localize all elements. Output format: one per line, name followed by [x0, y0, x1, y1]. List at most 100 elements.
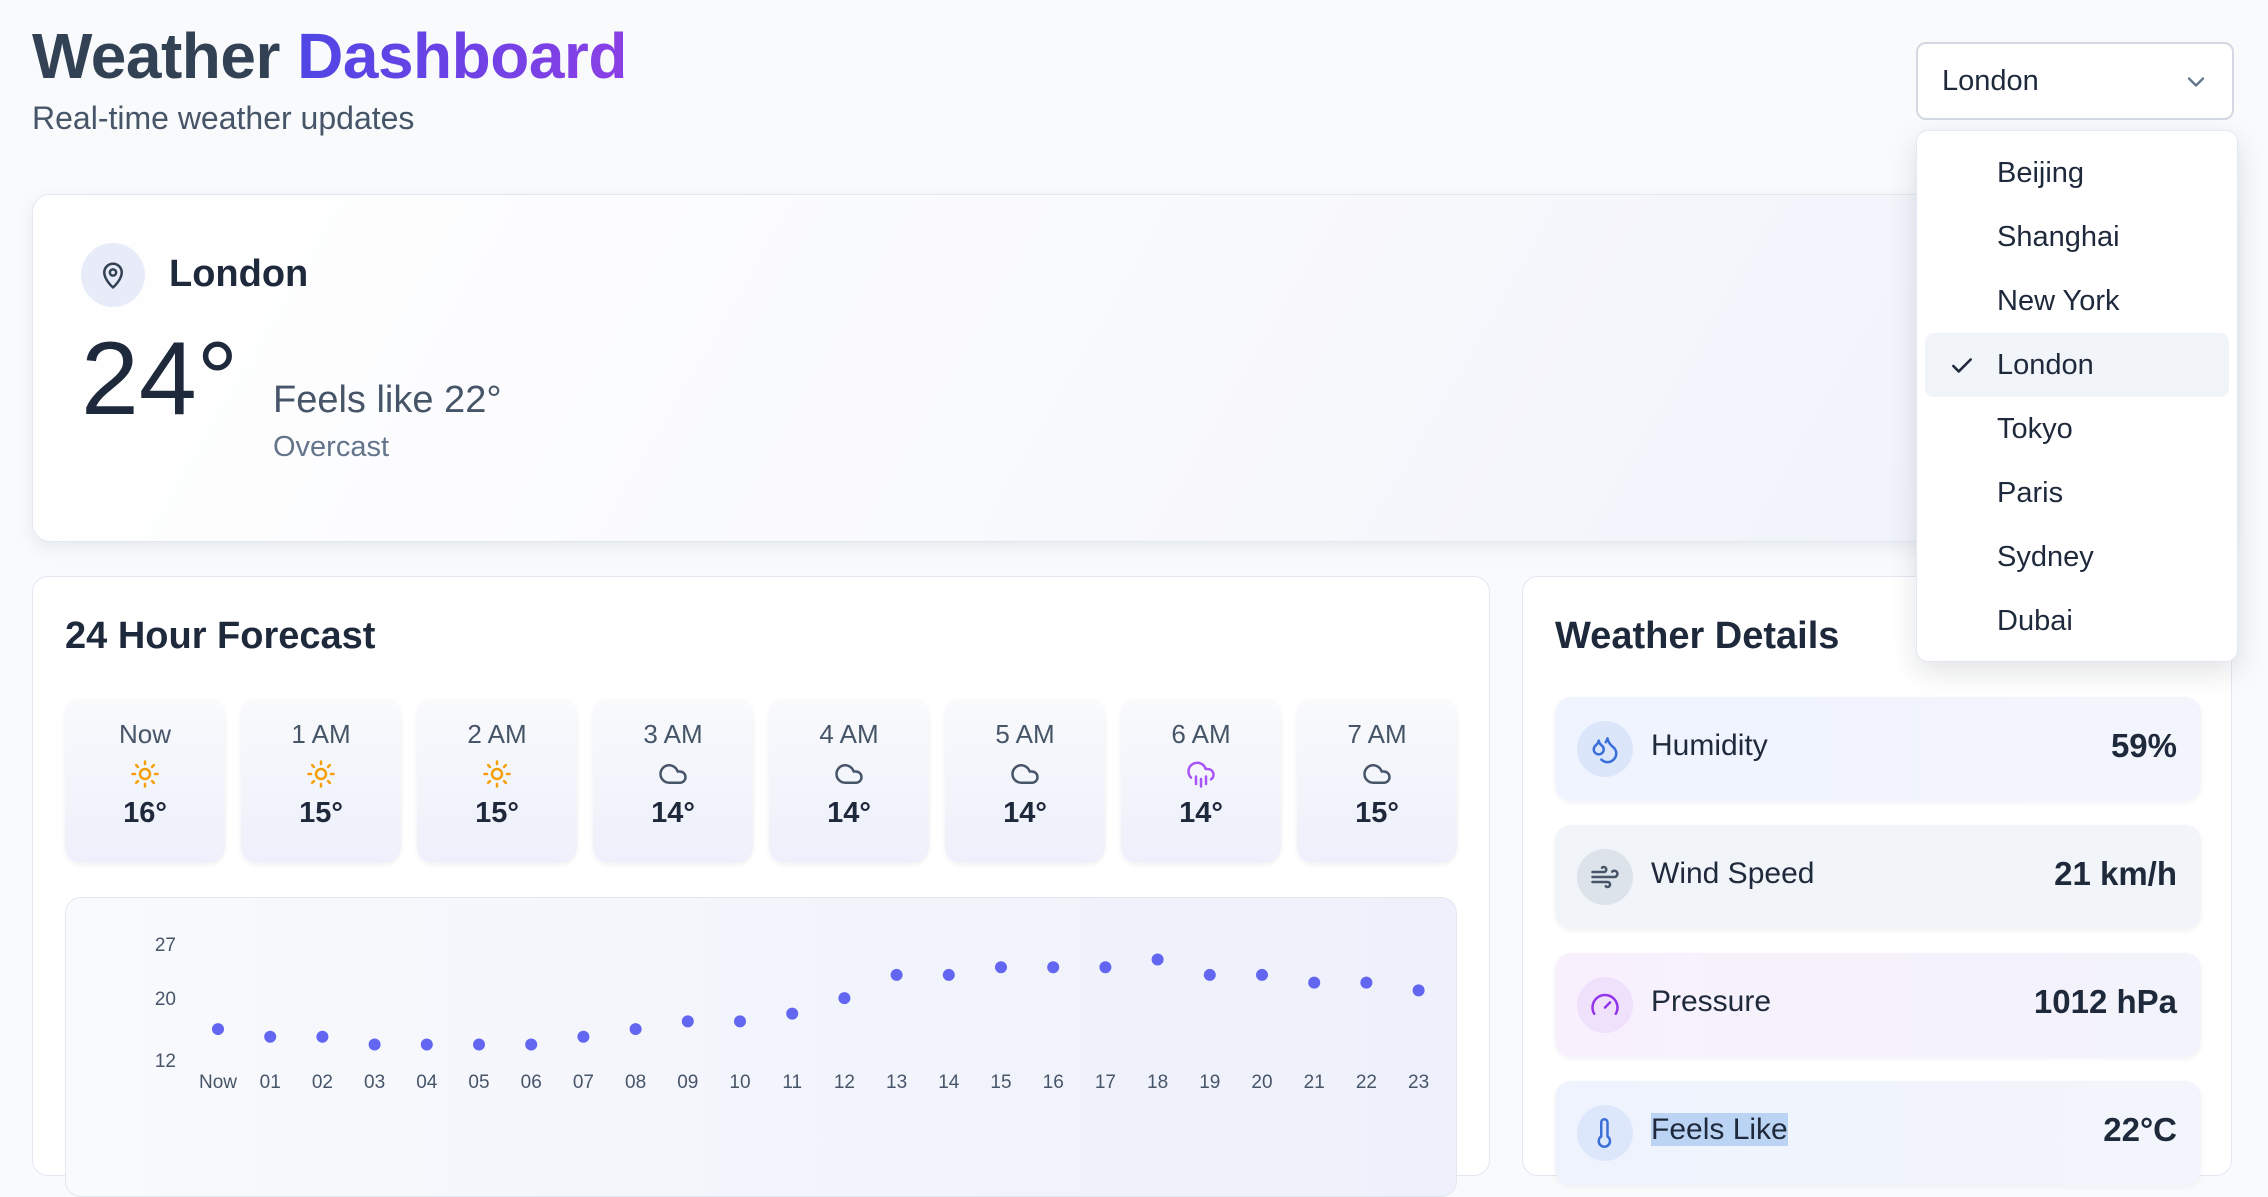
x-tick-label: 18 — [1147, 1072, 1168, 1093]
cloud-rain-icon — [1121, 753, 1281, 795]
wind-icon-badge — [1577, 849, 1633, 905]
wind-icon — [1591, 865, 1619, 889]
feels-like-value: 22°C — [2103, 1111, 2177, 1148]
humidity-value: 59% — [2110, 727, 2177, 764]
current-city: London — [169, 253, 309, 295]
y-tick-label: 20 — [155, 989, 176, 1010]
details-title: Weather Details — [1555, 615, 1840, 657]
hour-card: 3 AM 14° — [593, 699, 753, 863]
condition-text: Overcast — [273, 431, 390, 463]
chart-point — [942, 968, 955, 981]
x-tick-label: 05 — [468, 1072, 489, 1093]
hour-label: 5 AM — [995, 719, 1055, 749]
city-option-label: Dubai — [1997, 605, 2073, 637]
temperature-chart-svg: 12 20 27 Now 01 02 03 04 05 06 07 08 09 10 11 12 13 14 15 1… — [155, 935, 1429, 1093]
hour-card: 5 AM 14° — [945, 699, 1105, 863]
y-tick-label: 12 — [155, 1051, 176, 1072]
hour-label: Now — [118, 719, 171, 749]
chart-point — [420, 1038, 433, 1051]
city-option-beijing[interactable]: Beijing — [1925, 141, 2229, 205]
x-tick-label: 19 — [1199, 1072, 1220, 1093]
selected-text-highlight: Feels Like — [1651, 1113, 1788, 1146]
city-option-label: London — [1997, 349, 2094, 381]
hour-temp: 14° — [651, 797, 695, 829]
chart-point — [264, 1030, 277, 1043]
sun-icon — [417, 753, 577, 795]
wind-speed-label: Wind Speed — [1651, 857, 1815, 890]
x-tick-label: 17 — [1095, 1072, 1116, 1093]
pressure-icon-badge — [1577, 977, 1633, 1033]
hour-temp: 15° — [475, 797, 519, 829]
city-option-sydney[interactable]: Sydney — [1925, 525, 2229, 589]
city-option-tokyo[interactable]: Tokyo — [1925, 397, 2229, 461]
chart-point — [629, 1023, 642, 1036]
hour-label: 3 AM — [643, 719, 703, 749]
chart-point — [1047, 961, 1060, 974]
x-tick-label: 04 — [416, 1072, 438, 1093]
city-select-value: London — [1942, 64, 2039, 97]
city-option-label: Tokyo — [1997, 413, 2073, 445]
hour-temp: 14° — [1179, 797, 1223, 829]
city-option-label: New York — [1997, 285, 2120, 317]
chevron-down-icon — [2187, 77, 2205, 87]
detail-row-humidity: Humidity 59% — [1555, 697, 2201, 801]
chart-point — [995, 961, 1007, 974]
x-tick-label: 14 — [938, 1072, 960, 1093]
city-option-new-york[interactable]: New York — [1925, 269, 2229, 333]
cloud-icon — [1297, 753, 1457, 795]
hour-card: 6 AM 14° — [1121, 699, 1281, 863]
wind-speed-value: 21 km/h — [2054, 855, 2177, 892]
chart-point — [786, 1007, 799, 1020]
city-select[interactable]: London — [1916, 42, 2234, 120]
x-tick-label: 07 — [573, 1072, 594, 1093]
page-title: Weather Dashboard — [32, 16, 627, 96]
weather-details-card: Weather Details Humidity 59% Wind Speed … — [1522, 576, 2232, 1185]
detail-row-feels-like: Feels Like 22°C — [1555, 1081, 2201, 1185]
y-tick-label: 27 — [155, 935, 176, 956]
chart-point — [525, 1038, 538, 1051]
location-badge — [81, 243, 145, 307]
gauge-icon — [1591, 993, 1619, 1015]
chart-point — [577, 1030, 590, 1043]
check-icon — [1952, 358, 1972, 373]
hour-label: 1 AM — [291, 719, 351, 749]
thermometer-icon-badge — [1577, 1105, 1633, 1161]
city-option-label: Shanghai — [1997, 221, 2120, 253]
x-tick-label: 23 — [1408, 1072, 1429, 1093]
hour-card: 2 AM 15° — [417, 699, 577, 863]
city-option-label: Beijing — [1997, 157, 2085, 189]
x-tick-label: 03 — [364, 1072, 385, 1093]
chart-point — [1412, 984, 1425, 997]
city-option-paris[interactable]: Paris — [1925, 461, 2229, 525]
x-tick-label: Now — [199, 1072, 237, 1093]
x-tick-label: 12 — [834, 1072, 855, 1093]
title-part-2: Dashboard — [297, 20, 627, 92]
x-tick-label: 08 — [625, 1072, 646, 1093]
hour-label: 4 AM — [819, 719, 879, 749]
current-temperature: 24° — [81, 321, 239, 437]
hour-card: Now 16° — [65, 699, 225, 863]
chart-point — [838, 992, 851, 1005]
city-option-london[interactable]: London — [1925, 333, 2229, 397]
pressure-label: Pressure — [1651, 985, 1772, 1018]
map-pin-icon — [103, 262, 123, 289]
chart-point — [316, 1030, 329, 1043]
city-option-label: Sydney — [1997, 541, 2094, 573]
hour-temp: 15° — [299, 797, 343, 829]
x-tick-label: 02 — [312, 1072, 333, 1093]
x-tick-label: 09 — [677, 1072, 698, 1093]
x-tick-label: 10 — [729, 1072, 750, 1093]
chart-point — [212, 1023, 224, 1036]
city-option-dubai[interactable]: Dubai — [1925, 589, 2229, 653]
x-tick-label: 11 — [782, 1072, 802, 1093]
chart-point — [368, 1038, 381, 1051]
hour-label: 2 AM — [467, 719, 527, 749]
cloud-icon — [593, 753, 753, 795]
city-option-shanghai[interactable]: Shanghai — [1925, 205, 2229, 269]
chart-point — [1308, 976, 1321, 989]
chart-point — [1099, 961, 1112, 974]
hour-temp: 14° — [827, 797, 871, 829]
sun-icon — [241, 753, 401, 795]
pressure-value: 1012 hPa — [2033, 983, 2177, 1020]
chart-point — [1256, 968, 1268, 981]
